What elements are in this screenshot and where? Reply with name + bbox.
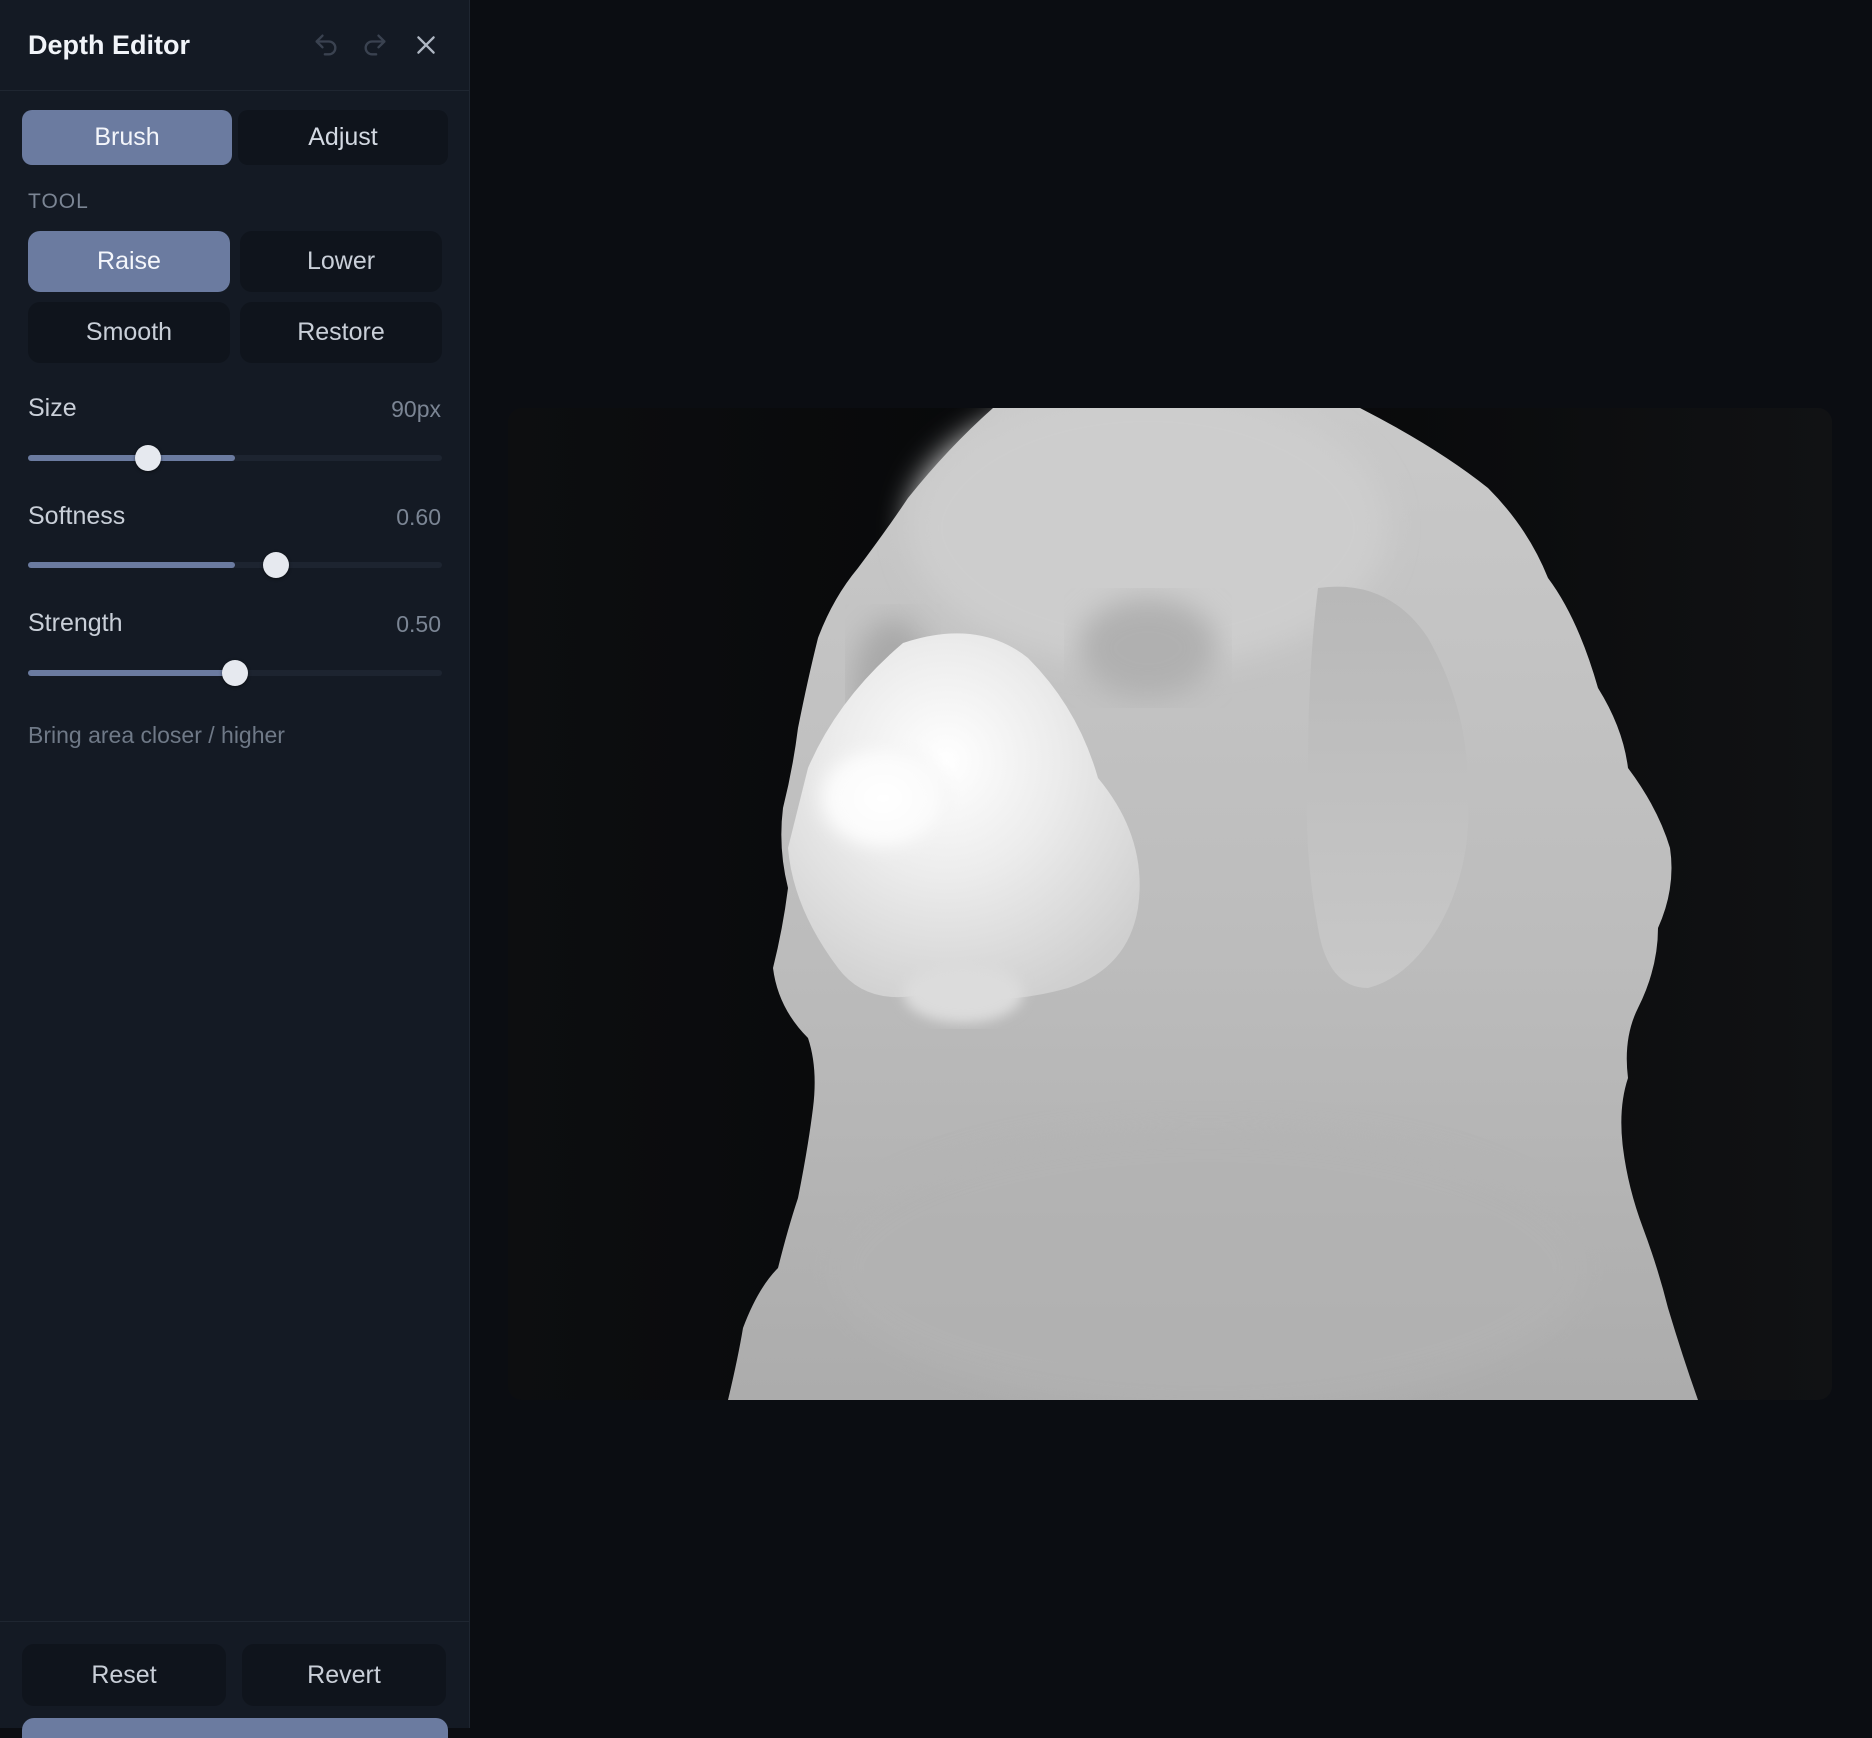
depth-editor-app: Depth Editor Brush Adjust TOOL Raise Low… <box>0 0 1872 1738</box>
softness-value: 0.60 <box>396 504 441 530</box>
strength-slider-fill <box>28 670 235 676</box>
softness-label: Softness <box>28 502 126 530</box>
apply-button[interactable] <box>22 1718 448 1738</box>
panel-footer: Reset Revert <box>0 1621 469 1738</box>
strength-slider-thumb[interactable] <box>222 660 248 686</box>
size-slider[interactable] <box>28 445 442 471</box>
strength-slider[interactable] <box>28 660 442 686</box>
size-slider-fill <box>28 455 235 461</box>
redo-button[interactable] <box>358 28 392 62</box>
softness-slider-thumb[interactable] <box>263 552 290 578</box>
tool-lower-button[interactable]: Lower <box>240 231 442 292</box>
tool-restore-button[interactable]: Restore <box>240 302 442 363</box>
undo-button[interactable] <box>309 28 343 62</box>
revert-button[interactable]: Revert <box>242 1644 446 1706</box>
tab-adjust[interactable]: Adjust <box>238 110 448 165</box>
tool-raise-button[interactable]: Raise <box>28 231 230 292</box>
strength-label: Strength <box>28 609 123 637</box>
size-slider-thumb[interactable] <box>135 445 162 471</box>
panel-title: Depth Editor <box>28 30 190 60</box>
tool-smooth-button[interactable]: Smooth <box>28 302 230 363</box>
sidebar: Depth Editor Brush Adjust TOOL Raise Low… <box>0 0 470 1738</box>
close-icon <box>417 36 435 54</box>
reset-button[interactable]: Reset <box>22 1644 226 1706</box>
redo-icon <box>364 34 386 56</box>
panel-header: Depth Editor <box>0 0 469 91</box>
softness-slider[interactable] <box>28 552 442 578</box>
size-label: Size <box>28 394 77 422</box>
softness-slider-fill <box>28 562 235 568</box>
undo-icon <box>315 34 337 56</box>
close-button[interactable] <box>409 28 443 62</box>
depth-map-image <box>508 408 1832 1400</box>
strength-value: 0.50 <box>396 611 441 637</box>
tool-section-label: TOOL <box>28 190 89 213</box>
size-value: 90px <box>391 396 441 422</box>
tab-brush[interactable]: Brush <box>22 110 232 165</box>
tool-hint: Bring area closer / higher <box>28 722 285 748</box>
canvas-area <box>470 0 1872 1728</box>
depth-map-canvas[interactable] <box>508 408 1832 1400</box>
